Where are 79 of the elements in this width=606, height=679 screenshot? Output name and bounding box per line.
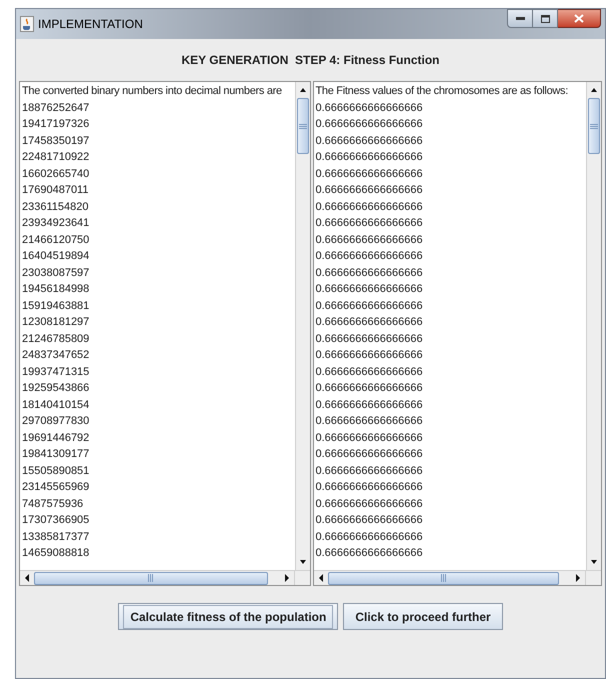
list-value: 0.6666666666666666	[316, 200, 423, 214]
list-value: 15505890851	[22, 464, 90, 478]
list-value: 0.6666666666666666	[316, 332, 423, 346]
list-value: 0.6666666666666666	[316, 398, 423, 412]
list-value: 0.6666666666666666	[316, 364, 423, 380]
list-value: 24837347652	[22, 348, 90, 363]
list-value: 19691446792	[22, 430, 90, 446]
list-value: 0.6666666666666666	[316, 266, 423, 280]
list-value: 16602665740	[22, 166, 90, 182]
vertical-scrollbar[interactable]	[294, 82, 310, 570]
list-value: 19417197326	[22, 117, 90, 132]
grip-icon	[148, 574, 154, 582]
list-value: 0.6666666666666666	[316, 546, 423, 561]
list-value: 0.6666666666666666	[316, 513, 423, 528]
list-value: 13385817377	[22, 530, 90, 544]
java-cup-icon	[20, 16, 34, 32]
scroll-thumb[interactable]	[588, 98, 600, 154]
list-value: 14659088818	[22, 546, 90, 561]
list-value: 0.6666666666666666	[316, 480, 423, 495]
action-button[interactable]: Click to proceed further	[343, 603, 503, 630]
list-value: 0.6666666666666666	[316, 381, 423, 396]
list-value: 29708977830	[22, 414, 90, 429]
list-value: 19259543866	[22, 381, 90, 396]
list-value: 0.6666666666666666	[316, 315, 423, 330]
list-value: 7487575936	[22, 496, 84, 512]
list-value: 17307366905	[22, 513, 90, 528]
list-header: The converted binary numbers into decimal numbers are	[22, 84, 283, 99]
list-value: 22481710922	[22, 150, 90, 165]
list-value: 17690487011	[22, 183, 88, 198]
list-value: 23361154820	[22, 200, 88, 214]
scroll-thumb[interactable]	[296, 98, 308, 154]
list-value: 15919463881	[22, 298, 90, 314]
list-value: 18876252647	[22, 100, 90, 116]
list-value: 0.6666666666666666	[316, 496, 423, 512]
list-value: 23038087597	[22, 266, 90, 280]
list-value: 19937471315	[22, 364, 90, 380]
list-value: 16404519894	[22, 249, 90, 264]
action-button[interactable]: Calculate fitness of the population	[118, 603, 338, 630]
list-value: 0.6666666666666666	[316, 232, 423, 248]
list-value: 0.6666666666666666	[316, 166, 423, 182]
close-button[interactable]	[558, 9, 601, 28]
list-value: 19456184998	[22, 282, 90, 297]
grip-icon	[440, 574, 446, 582]
vertical-scrollbar[interactable]	[586, 82, 601, 570]
list-value: 0.6666666666666666	[316, 530, 423, 544]
list-value: 23934923641	[22, 216, 90, 231]
list-value: 0.6666666666666666	[316, 298, 423, 314]
list-value: 21466120750	[22, 232, 90, 248]
maximize-icon	[540, 14, 550, 22]
list-value: 0.6666666666666666	[316, 150, 423, 165]
window-title: IMPLEMENTATION	[38, 16, 143, 33]
list-value: 0.6666666666666666	[316, 464, 423, 478]
list-value: 0.6666666666666666	[316, 282, 423, 297]
minimize-icon	[516, 17, 524, 20]
grip-icon	[590, 124, 598, 128]
list-value: 0.6666666666666666	[316, 348, 423, 363]
list-value: 23145565969	[22, 480, 90, 495]
list-value: 0.6666666666666666	[316, 117, 423, 132]
close-icon	[574, 14, 584, 23]
list-value: 12308181297	[22, 315, 90, 330]
list-value: 19841309177	[22, 447, 90, 462]
list-value: 21246785809	[22, 332, 90, 346]
list-header: The Fitness values of the chromosomes are as follows:	[316, 84, 569, 99]
scroll-thumb[interactable]	[328, 572, 559, 584]
list-value: 18140410154	[22, 398, 90, 412]
grip-icon	[298, 124, 306, 128]
list-value: 0.6666666666666666	[316, 183, 423, 198]
scroll-thumb[interactable]	[34, 572, 268, 584]
list-value: 0.6666666666666666	[316, 134, 423, 148]
minimize-button[interactable]	[507, 9, 533, 28]
list-value: 0.6666666666666666	[316, 414, 423, 429]
step-heading: KEY GENERATION STEP 4: Fitness Function	[181, 52, 440, 69]
list-value: 0.6666666666666666	[316, 216, 423, 231]
list-value: 17458350197	[22, 134, 90, 148]
list-value: 0.6666666666666666	[316, 447, 423, 462]
list-value: 0.6666666666666666	[316, 249, 423, 264]
list-value: 0.6666666666666666	[316, 100, 423, 116]
list-value: 0.6666666666666666	[316, 430, 423, 446]
maximize-button[interactable]	[533, 9, 558, 28]
